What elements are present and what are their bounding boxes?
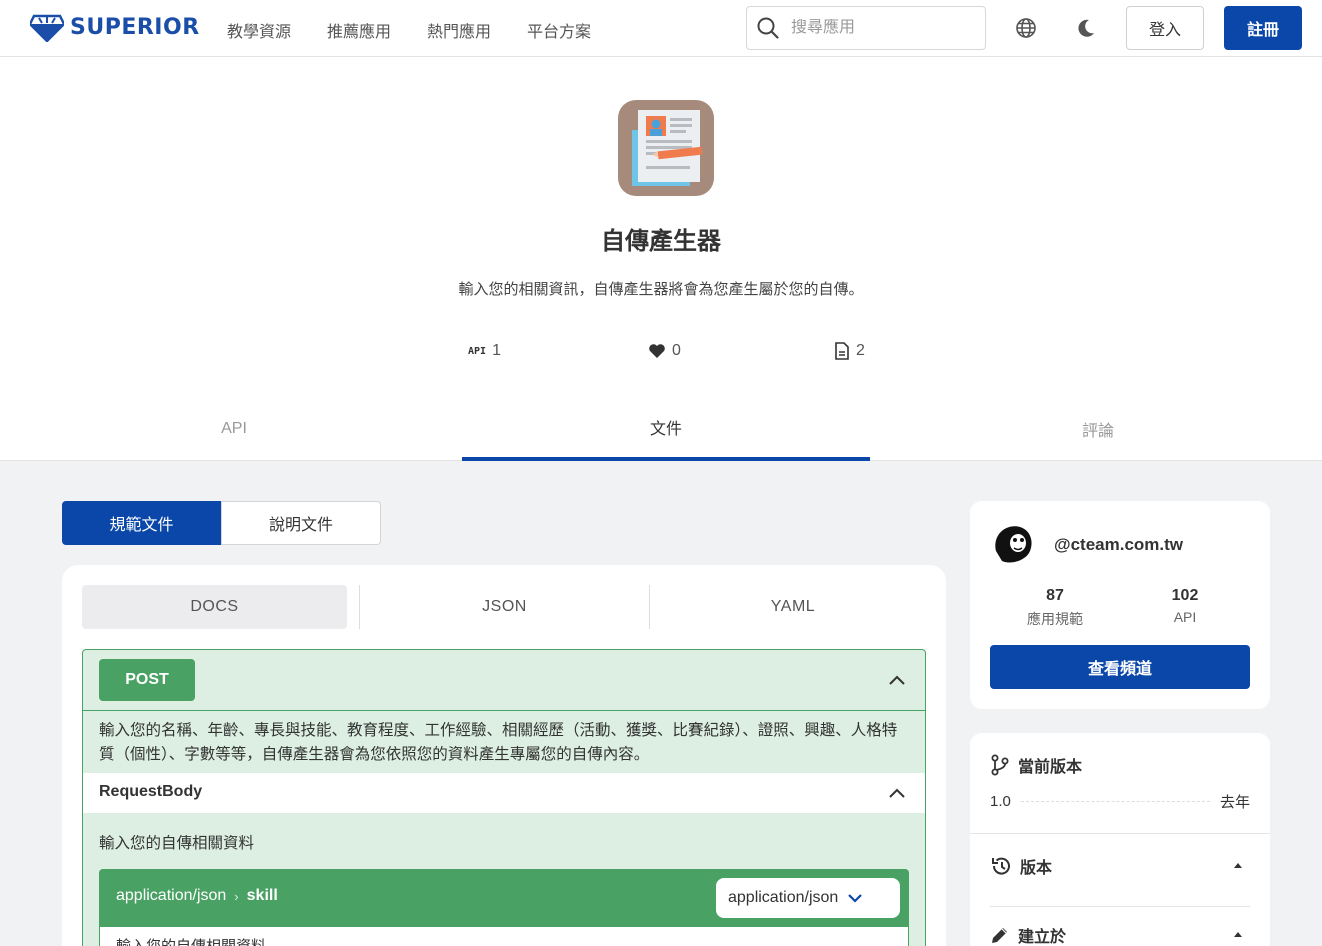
moon-icon: [1078, 19, 1094, 37]
tab-api[interactable]: API: [30, 397, 438, 461]
api-count: 1: [492, 342, 501, 359]
app-description: 輸入您的相關資訊，自傳產生器將會為您產生屬於您的自傳。: [458, 281, 864, 298]
media-type-bar: application/json › skill application/jso…: [99, 869, 909, 927]
app-tabs: API 文件 評論: [0, 397, 1322, 461]
chevron-right-icon: ›: [234, 888, 239, 904]
api-badge-icon: API: [468, 345, 487, 357]
schema-body: 輸入您的自傳相關資料: [99, 927, 909, 946]
likes-stat[interactable]: 0: [648, 342, 681, 360]
login-button[interactable]: 登入: [1126, 6, 1204, 50]
post-operation-block: POST 輸入您的名稱、年齡、專長與技能、教育程度、工作經驗、相關經歷（活動、獲…: [82, 649, 926, 946]
nav-teaching-resources[interactable]: 教學資源: [227, 18, 291, 42]
app-icon: [618, 100, 714, 196]
method-badge: POST: [99, 659, 195, 701]
operation-description: 輸入您的名稱、年齡、專長與技能、教育程度、工作經驗、相關經歷（活動、獲獎、比賽紀…: [99, 722, 898, 763]
request-body-description: 輸入您的自傳相關資料: [99, 835, 255, 852]
collapse-operation-button[interactable]: [887, 670, 907, 690]
tab-comments[interactable]: 評論: [894, 397, 1302, 461]
request-body-title: RequestBody: [99, 783, 203, 800]
theme-toggle-button[interactable]: [1072, 14, 1100, 42]
nav-platform-plans[interactable]: 平台方案: [527, 18, 591, 42]
specs-count: 87: [1046, 587, 1064, 604]
document-icon: [835, 342, 849, 360]
owner-api-count: 102: [1171, 587, 1199, 604]
branch-icon: [991, 754, 1009, 776]
search-icon: [757, 17, 779, 39]
dotted-leader: [1020, 801, 1210, 802]
current-version-title: 當前版本: [1018, 759, 1083, 776]
app-title: 自傳產生器: [601, 228, 721, 255]
chevron-down-icon: [848, 893, 863, 903]
avatar[interactable]: [990, 521, 1036, 567]
resume-document-icon: [632, 110, 703, 186]
caret-up-icon[interactable]: [1234, 863, 1242, 868]
superior-logo-icon: [30, 14, 64, 42]
format-tab-docs[interactable]: DOCS: [82, 585, 347, 629]
heart-icon: [649, 344, 665, 358]
monkey-avatar-icon: [991, 522, 1035, 566]
versions-header[interactable]: 版本: [990, 854, 1052, 878]
language-button[interactable]: [1012, 14, 1040, 42]
version-number: 1.0: [990, 793, 1011, 810]
format-tab-yaml[interactable]: YAML: [650, 585, 936, 629]
created-at-header[interactable]: 建立於: [990, 923, 1066, 946]
api-docs-card: DOCS JSON YAML POST 輸入您的名稱、年齡、專長與技能、教育程度…: [62, 565, 946, 946]
versions-title: 版本: [1020, 860, 1053, 877]
version-time: 去年: [1219, 794, 1250, 811]
media-type-select-value: application/json: [728, 889, 839, 906]
owner-api-label: API: [1173, 609, 1197, 625]
divider: [970, 833, 1270, 834]
brand-logo[interactable]: SUPERIOR: [30, 12, 200, 42]
schema-path: application/json › skill: [116, 887, 278, 905]
request-body-header[interactable]: RequestBody: [83, 773, 925, 813]
chevron-up-icon: [889, 788, 905, 798]
version-card: 當前版本 1.0 去年 版本 建立於: [970, 733, 1270, 946]
search-box: [746, 6, 986, 50]
nav-recommended-apps[interactable]: 推薦應用: [327, 18, 391, 42]
top-navbar: SUPERIOR 教學資源 推薦應用 熱門應用 平台方案 登入 註冊: [0, 0, 1322, 57]
format-tab-json[interactable]: JSON: [360, 585, 649, 629]
brand-name: SUPERIOR: [70, 14, 200, 40]
docs-count: 2: [856, 342, 865, 359]
operation-description-area: 輸入您的名稱、年齡、專長與技能、教育程度、工作經驗、相關經歷（活動、獲獎、比賽紀…: [83, 710, 925, 767]
likes-count: 0: [672, 342, 681, 359]
collapse-request-body-button[interactable]: [887, 783, 907, 803]
api-count-stat: API 1: [468, 342, 501, 360]
tab-docs[interactable]: 文件: [462, 397, 870, 461]
specs-stat: 87 應用規範: [995, 587, 1115, 629]
specs-label: 應用規範: [1027, 611, 1083, 627]
created-at-title: 建立於: [1018, 929, 1067, 946]
globe-icon: [1016, 18, 1036, 38]
view-channel-button[interactable]: 查看頻道: [990, 645, 1250, 689]
version-row: 1.0 去年: [990, 791, 1250, 812]
owner-api-stat: 102 API: [1125, 587, 1245, 625]
guide-docs-button[interactable]: 說明文件: [221, 501, 381, 545]
nav-popular-apps[interactable]: 熱門應用: [427, 18, 491, 42]
media-type-label: application/json: [116, 887, 227, 904]
spec-docs-button[interactable]: 規範文件: [62, 501, 221, 545]
divider: [990, 906, 1250, 907]
media-type-select[interactable]: application/json: [716, 878, 900, 918]
chevron-up-icon: [889, 675, 905, 685]
pencil-icon: [992, 928, 1007, 943]
history-icon: [992, 857, 1010, 875]
owner-card: @cteam.com.tw 87 應用規範 102 API 查看頻道: [970, 501, 1270, 709]
register-button[interactable]: 註冊: [1224, 6, 1302, 50]
current-version-header: 當前版本: [990, 753, 1082, 777]
docs-count-stat: 2: [834, 342, 865, 360]
caret-up-icon[interactable]: [1234, 932, 1242, 937]
app-hero: 自傳產生器 輸入您的相關資訊，自傳產生器將會為您產生屬於您的自傳。 API 1 …: [0, 57, 1322, 461]
schema-name: skill: [246, 887, 278, 904]
owner-handle[interactable]: @cteam.com.tw: [1054, 535, 1183, 555]
schema-description: 輸入您的自傳相關資料: [116, 935, 266, 946]
search-input[interactable]: [791, 19, 961, 37]
